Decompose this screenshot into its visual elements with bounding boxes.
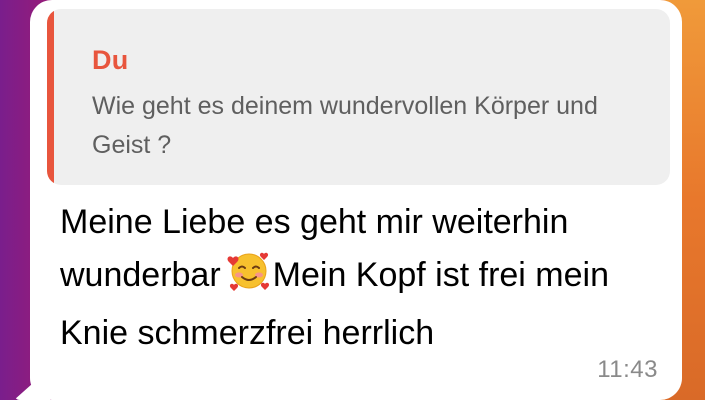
message-bubble[interactable]: Du Wie geht es deinem wundervollen Körpe… — [30, 0, 682, 400]
quoted-reply[interactable]: Du Wie geht es deinem wundervollen Körpe… — [47, 9, 670, 185]
smiling-face-with-hearts-icon — [227, 248, 271, 307]
message-timestamp: 11:43 — [597, 356, 658, 383]
quote-author: Du — [92, 45, 129, 75]
message-text: Meine Liebe es geht mir weiterhin wunder… — [60, 196, 670, 359]
quote-text: Wie geht es deinem wundervollen Körper u… — [92, 92, 598, 159]
quote-accent-bar — [47, 9, 54, 185]
